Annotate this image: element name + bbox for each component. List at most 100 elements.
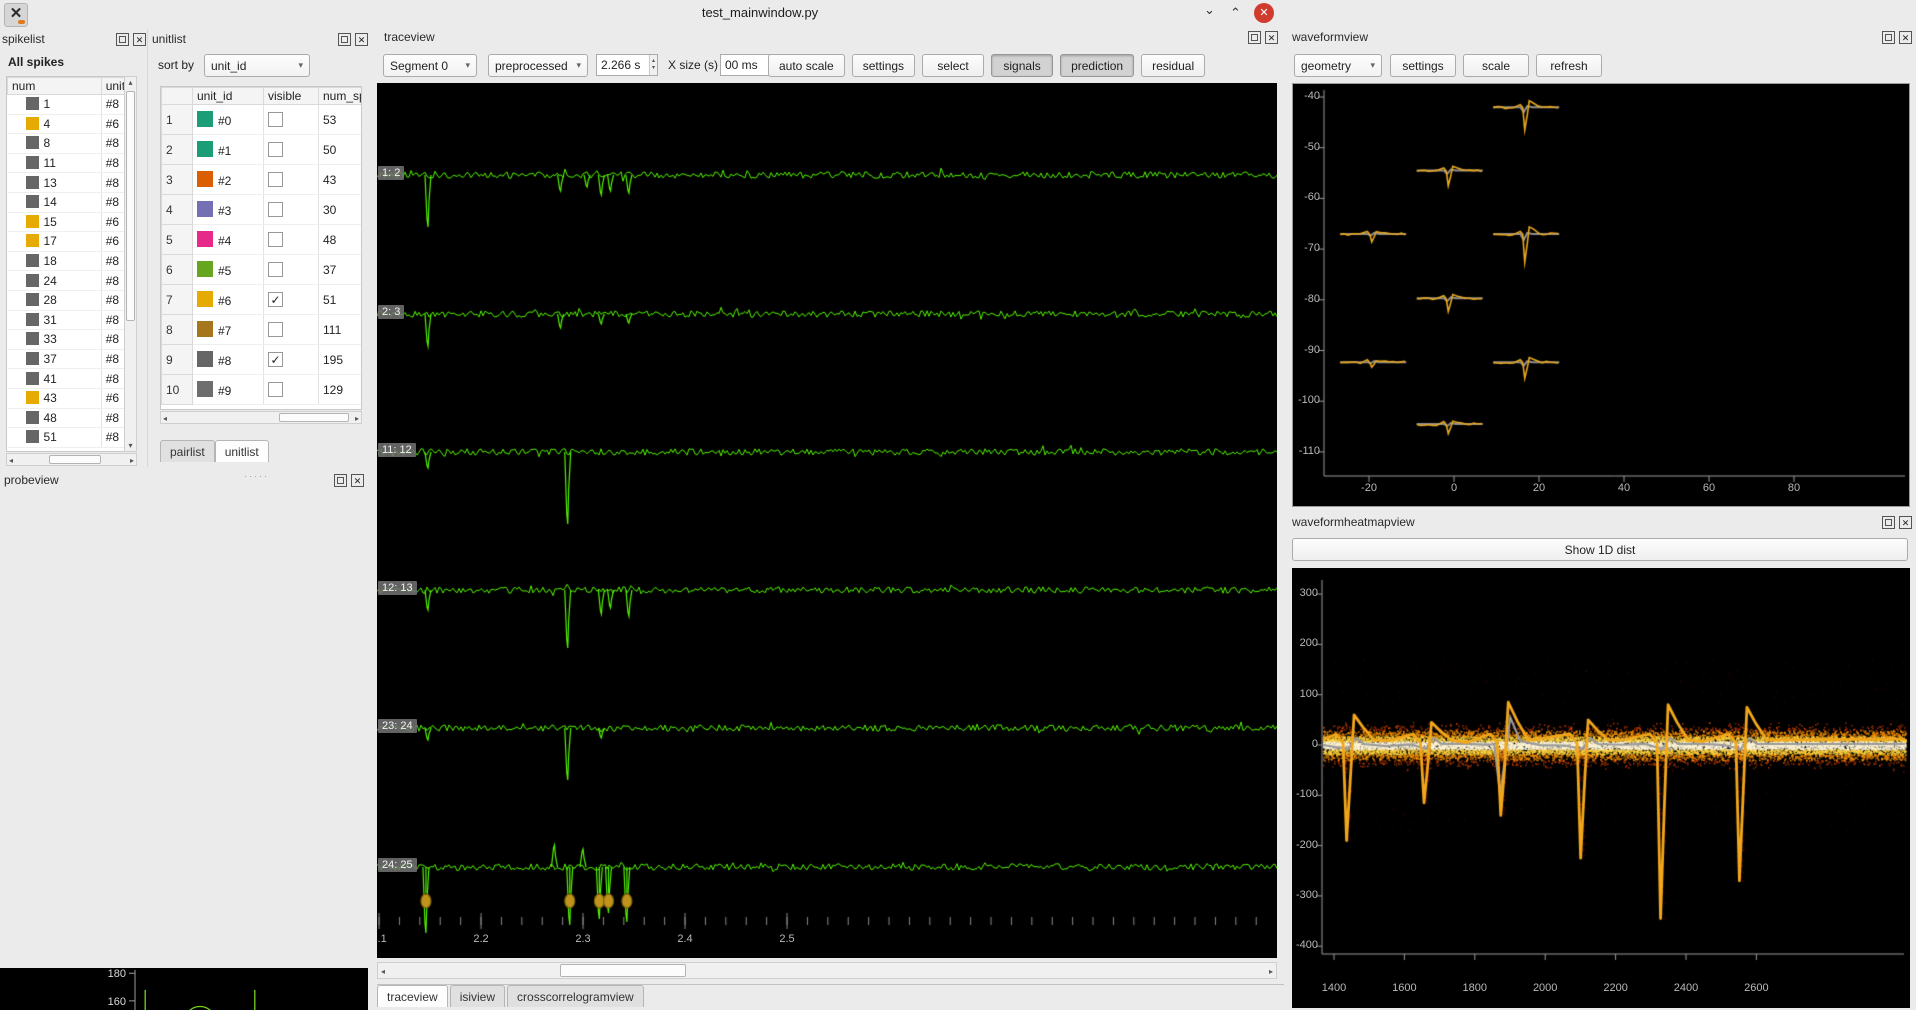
scale-button[interactable]: scale (1463, 54, 1529, 77)
time-spinbox[interactable]: 2.266 s ▴▾ (596, 54, 658, 76)
auto-scale-button[interactable]: auto scale (768, 54, 845, 77)
table-row[interactable]: 33#8 (8, 330, 127, 350)
close-icon[interactable]: ✕ (1899, 31, 1912, 44)
table-row[interactable]: 4#3303 (162, 195, 363, 225)
table-row[interactable]: 28#8 (8, 290, 127, 310)
scrollbar-handle[interactable] (126, 91, 135, 321)
spin-up-icon[interactable]: ▴ (652, 58, 655, 65)
spikelist-hscrollbar[interactable]: ◂ ▸ (6, 453, 137, 466)
float-icon[interactable] (1882, 31, 1895, 44)
float-icon[interactable] (334, 474, 347, 487)
column-header[interactable]: unit_id (193, 88, 264, 105)
spin-down-icon[interactable]: ▾ (652, 65, 655, 72)
waveform-plot-canvas[interactable] (1293, 84, 1909, 506)
probe-plot-svg[interactable]: 180160140120100806040200-20-40-60-80-100… (0, 968, 368, 1010)
table-row[interactable]: 3#24320 (162, 165, 363, 195)
column-header[interactable]: num_spikes (319, 88, 363, 105)
tab-crosscorrelogramview[interactable]: crosscorrelogramview (507, 985, 644, 1007)
table-row[interactable]: 10#91297 (162, 375, 363, 405)
column-header[interactable] (162, 88, 193, 105)
settings-button[interactable]: settings (852, 54, 915, 77)
scroll-right-icon[interactable]: ▸ (355, 414, 359, 423)
visible-checkbox[interactable] (268, 112, 283, 127)
table-row[interactable]: 13#8 (8, 173, 127, 193)
table-row[interactable]: 8#8 (8, 134, 127, 154)
table-row[interactable]: 24#8 (8, 271, 127, 291)
trace-plot-canvas[interactable] (377, 83, 1277, 958)
prediction-button[interactable]: prediction (1060, 54, 1134, 77)
close-icon[interactable]: ✕ (355, 33, 368, 46)
table-row[interactable]: 17#6 (8, 232, 127, 252)
settings-button[interactable]: settings (1390, 54, 1456, 77)
dock-splitter[interactable] (147, 29, 148, 467)
table-row[interactable]: 4#6 (8, 114, 127, 134)
window-close-button[interactable]: ✕ (1254, 3, 1274, 23)
visible-checkbox[interactable]: ✓ (268, 292, 283, 307)
spikelist-vscrollbar[interactable]: ▴ ▾ (124, 76, 137, 452)
table-row[interactable]: 7#6✓5125 (162, 285, 363, 315)
table-row[interactable]: 48#8 (8, 408, 127, 428)
residual-button[interactable]: residual (1141, 54, 1205, 77)
chevron-down-icon[interactable]: ⌄ (1204, 2, 1215, 18)
table-row[interactable]: 1#8 (8, 95, 127, 115)
scroll-left-icon[interactable]: ◂ (381, 967, 385, 976)
column-header[interactable]: num (8, 78, 102, 95)
chevron-up-icon[interactable]: ⌃ (1230, 5, 1241, 21)
table-row[interactable]: 8#711122 (162, 315, 363, 345)
visible-checkbox[interactable] (268, 232, 283, 247)
float-icon[interactable] (338, 33, 351, 46)
close-icon[interactable]: ✕ (351, 474, 364, 487)
visible-checkbox[interactable] (268, 382, 283, 397)
sort-by-combo[interactable]: unit_id ▾ (204, 54, 310, 77)
segment-combo[interactable]: Segment 0 ▾ (383, 54, 477, 77)
heatmap-plot-canvas[interactable] (1292, 568, 1910, 1008)
signals-button[interactable]: signals (991, 54, 1053, 77)
geometry-combo[interactable]: geometry ▾ (1294, 54, 1382, 77)
table-row[interactable]: 6#5371 (162, 255, 363, 285)
tab-traceview[interactable]: traceview (377, 985, 448, 1007)
table-row[interactable]: 41#8 (8, 369, 127, 389)
scroll-down-icon[interactable]: ▾ (125, 441, 136, 450)
table-row[interactable]: 1#0536 (162, 105, 363, 135)
float-icon[interactable] (1248, 31, 1261, 44)
visible-checkbox[interactable] (268, 172, 283, 187)
visible-checkbox[interactable] (268, 142, 283, 157)
unitlist-hscrollbar[interactable]: ◂ ▸ (160, 411, 362, 424)
visible-checkbox[interactable]: ✓ (268, 352, 283, 367)
visible-checkbox[interactable] (268, 262, 283, 277)
close-icon[interactable]: ✕ (133, 33, 146, 46)
app-icon[interactable]: ✕ (4, 3, 28, 27)
show-1d-dist-button[interactable]: Show 1D dist (1292, 538, 1908, 561)
probe-plot[interactable]: 180160140120100806040200-20-40-60-80-100… (0, 968, 368, 1010)
source-combo[interactable]: preprocessed ▾ (488, 54, 588, 77)
float-icon[interactable] (116, 33, 129, 46)
refresh-button[interactable]: refresh (1536, 54, 1602, 77)
scrollbar-handle[interactable] (279, 413, 349, 422)
table-row[interactable]: 2#15010 (162, 135, 363, 165)
scroll-left-icon[interactable]: ◂ (9, 456, 13, 465)
column-header[interactable]: unit_i (101, 78, 126, 95)
tab-unitlist[interactable]: unitlist (215, 440, 269, 462)
spikelist-header-row[interactable]: numunit_i (8, 78, 127, 95)
unitlist-table[interactable]: unit_idvisiblenum_spikesch 1#05362#15010… (161, 87, 362, 405)
close-icon[interactable]: ✕ (1265, 31, 1278, 44)
scroll-right-icon[interactable]: ▸ (1269, 967, 1273, 976)
table-row[interactable]: 5#44814 (162, 225, 363, 255)
table-row[interactable]: 43#6 (8, 388, 127, 408)
unitlist-header-row[interactable]: unit_idvisiblenum_spikesch (162, 88, 363, 105)
table-row[interactable]: 9#8✓19523 (162, 345, 363, 375)
waveform-plot[interactable]: -40-50-60-70-80-90-100-110-20020406080 (1292, 83, 1910, 507)
spikelist-table[interactable]: numunit_i 1#84#68#811#813#814#815#617#61… (7, 77, 126, 448)
table-row[interactable]: 18#8 (8, 251, 127, 271)
trace-plot[interactable]: 1: 22: 311: 1212: 1323: 2424: 252.12.22.… (377, 83, 1277, 958)
column-header[interactable]: visible (264, 88, 319, 105)
scroll-up-icon[interactable]: ▴ (125, 78, 136, 87)
table-row[interactable]: 15#6 (8, 212, 127, 232)
visible-checkbox[interactable] (268, 322, 283, 337)
table-row[interactable]: 31#8 (8, 310, 127, 330)
float-icon[interactable] (1882, 516, 1895, 529)
tab-pairlist[interactable]: pairlist (160, 440, 215, 462)
heatmap-plot[interactable]: 3002001000-100-200-300-40014001600180020… (1292, 568, 1910, 1008)
scrollbar-handle[interactable] (49, 455, 101, 464)
close-icon[interactable]: ✕ (1899, 516, 1912, 529)
